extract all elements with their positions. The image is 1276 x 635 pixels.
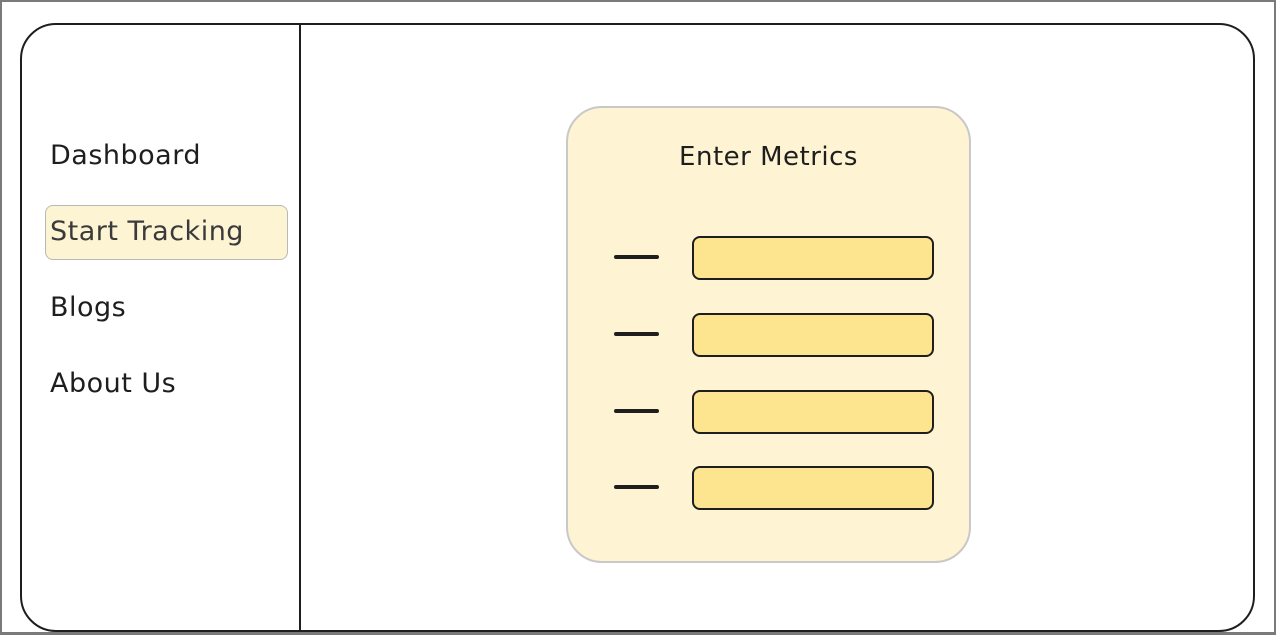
sidebar-item-start-tracking[interactable]: Start Tracking [45, 205, 288, 260]
sidebar-item-blogs[interactable]: Blogs [50, 292, 126, 323]
dash-marker [614, 409, 659, 413]
dash-marker [614, 485, 659, 489]
metric-input-3[interactable] [692, 390, 934, 434]
sidebar: Dashboard Start Tracking Blogs About Us [22, 25, 301, 630]
metric-row [568, 466, 969, 512]
app-window: Dashboard Start Tracking Blogs About Us … [20, 23, 1255, 632]
metric-row [568, 313, 969, 359]
sidebar-item-about-us[interactable]: About Us [50, 368, 176, 399]
dash-marker [614, 332, 659, 336]
metric-row [568, 236, 969, 282]
metric-row [568, 390, 969, 436]
metric-input-1[interactable] [692, 236, 934, 280]
metric-input-4[interactable] [692, 466, 934, 510]
dash-marker [614, 255, 659, 259]
sidebar-item-dashboard[interactable]: Dashboard [50, 140, 201, 171]
card-title: Enter Metrics [679, 142, 858, 172]
metric-input-2[interactable] [692, 313, 934, 357]
metrics-card: Enter Metrics [566, 106, 971, 563]
